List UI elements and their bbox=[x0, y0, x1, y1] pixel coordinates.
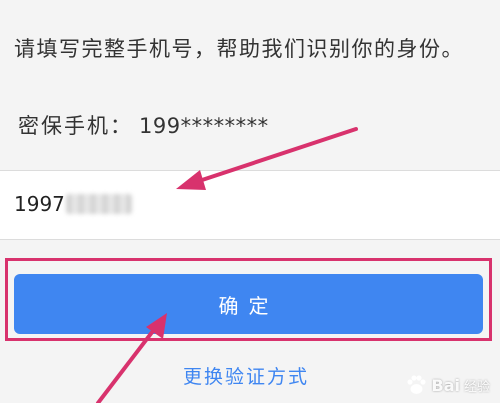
watermark-suffix: 经验 bbox=[463, 379, 490, 395]
instruction-text: 请填写完整手机号，帮助我们识别你的身份。 bbox=[14, 37, 464, 61]
security-phone-row: 密保手机： 199******** bbox=[18, 110, 269, 140]
paw-icon bbox=[406, 375, 426, 394]
phone-input-container bbox=[0, 170, 500, 240]
annotation-highlight-box bbox=[5, 258, 492, 341]
redacted-digits-blur bbox=[66, 194, 132, 214]
phone-number-input[interactable] bbox=[14, 186, 334, 222]
security-phone-masked-number: 199******** bbox=[139, 114, 269, 138]
switch-verification-method-link[interactable]: 更换验证方式 bbox=[183, 362, 309, 389]
watermark-brand: Bai bbox=[431, 375, 460, 395]
watermark: Bai 经验 bbox=[404, 373, 490, 397]
security-phone-label: 密保手机： bbox=[18, 114, 133, 138]
